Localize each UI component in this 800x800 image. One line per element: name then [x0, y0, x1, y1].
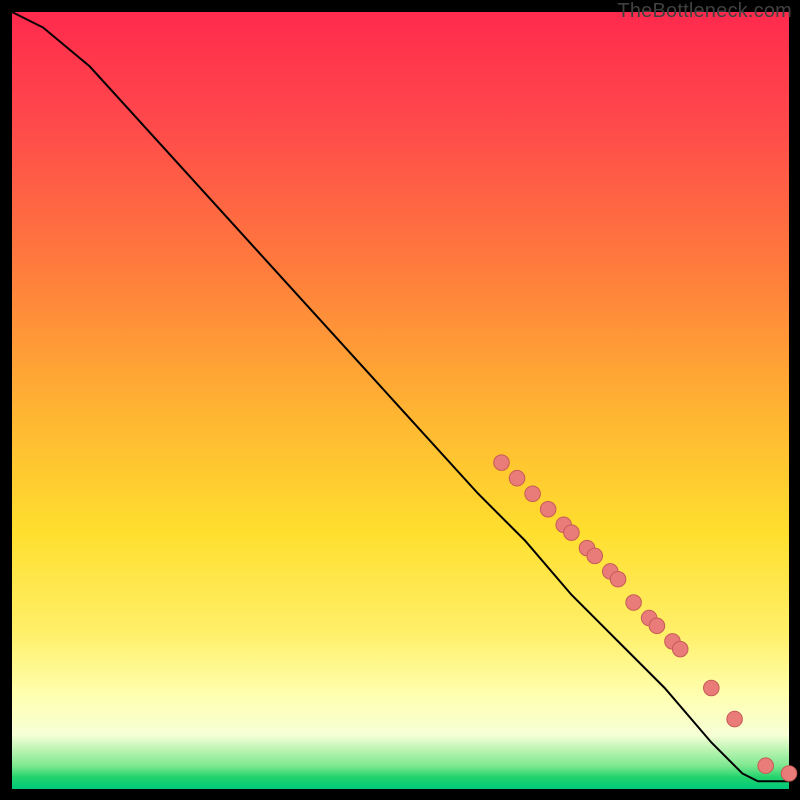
attribution-label: TheBottleneck.com [617, 0, 792, 23]
chart-stage: TheBottleneck.com [0, 0, 800, 800]
marker-dot [494, 455, 510, 471]
marker-dot [564, 525, 580, 541]
marker-dot [540, 502, 556, 518]
marker-dot [758, 758, 774, 774]
bottleneck-curve [12, 12, 789, 781]
plot-area [12, 12, 789, 789]
marker-dot [727, 711, 743, 727]
marker-dot [626, 595, 642, 611]
marker-dot [704, 680, 720, 696]
marker-dot [525, 486, 541, 502]
marker-dot [649, 618, 665, 634]
marker-group [494, 455, 797, 781]
marker-dot [672, 641, 688, 657]
marker-dot [509, 470, 525, 486]
marker-dot [610, 571, 626, 587]
plot-svg [12, 12, 789, 789]
marker-dot [781, 766, 797, 782]
marker-dot [587, 548, 603, 564]
